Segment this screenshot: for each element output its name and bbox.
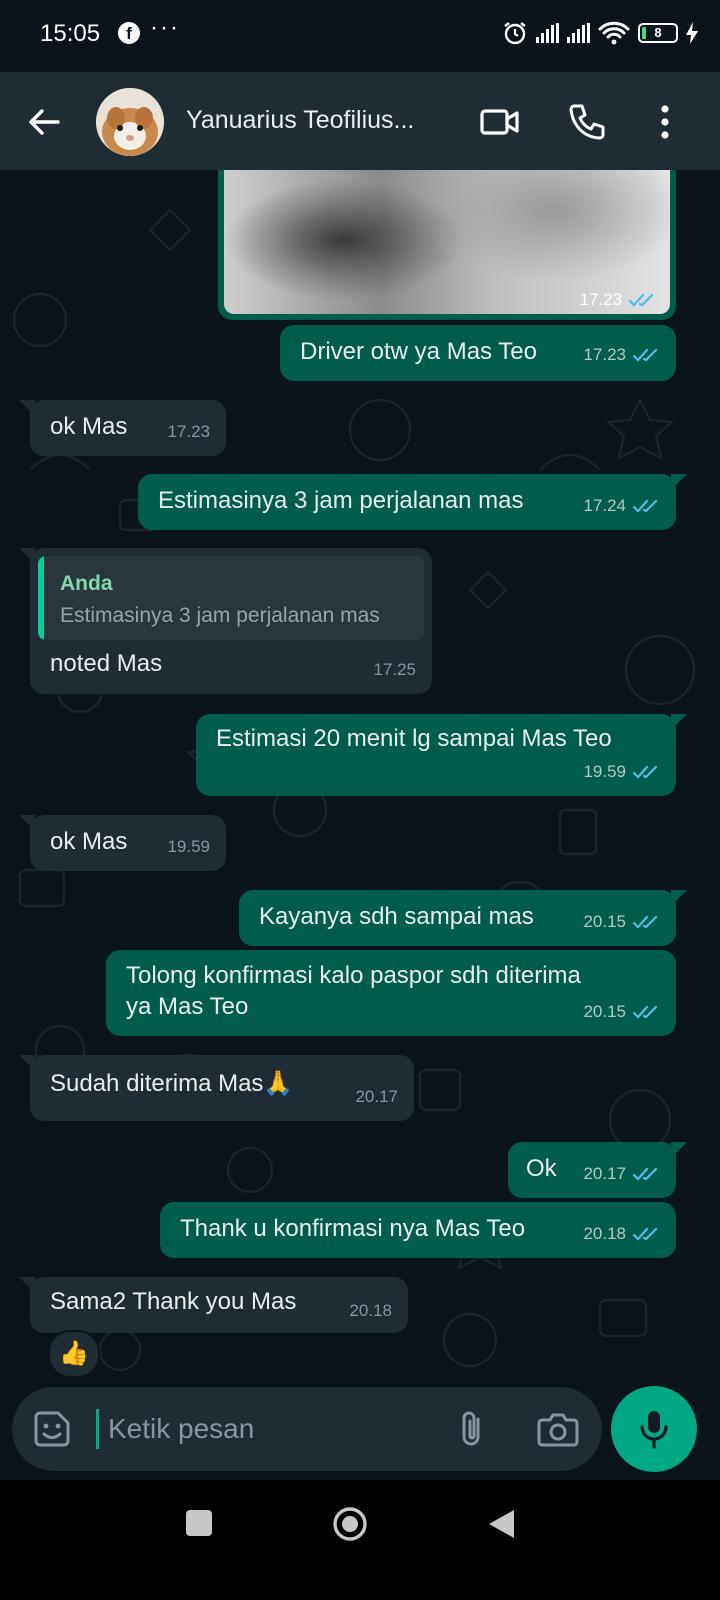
image-message[interactable]: 17.23 xyxy=(218,170,676,320)
wifi-icon xyxy=(598,21,630,45)
message-composer xyxy=(12,1387,602,1471)
sticker-icon[interactable] xyxy=(32,1409,72,1449)
message-time: 19.59 xyxy=(583,762,626,781)
message-time: 17.23 xyxy=(583,345,626,364)
message-time: 20.15 xyxy=(583,912,626,931)
voice-call-icon[interactable] xyxy=(566,100,610,144)
back-button[interactable] xyxy=(486,1508,516,1540)
message-text: Driver otw ya Mas Teo xyxy=(300,338,537,365)
read-ticks-icon xyxy=(632,1005,658,1019)
charging-icon xyxy=(686,22,698,44)
message-bubble-incoming[interactable]: Anda Estimasinya 3 jam perjalanan mas no… xyxy=(19,548,432,694)
battery-level: 8 xyxy=(654,25,662,40)
quote-text: Estimasinya 3 jam perjalanan mas xyxy=(60,604,380,627)
system-icons: 8 xyxy=(502,18,698,48)
read-ticks-icon xyxy=(628,293,654,307)
message-text: Ok xyxy=(526,1155,557,1182)
message-meta: 20.15 xyxy=(583,996,660,1028)
message-meta: 17.23 xyxy=(579,290,656,310)
message-time: 17.25 xyxy=(373,660,416,679)
read-ticks-icon xyxy=(632,765,658,779)
message-meta: 20.18 xyxy=(583,1218,660,1250)
camera-icon[interactable] xyxy=(536,1409,580,1449)
message-bubble-outgoing[interactable]: Estimasinya 3 jam perjalanan mas 17.24 xyxy=(138,474,687,530)
message-bubble-outgoing[interactable]: Tolong konfirmasi kalo paspor sdh diteri… xyxy=(106,950,676,1036)
read-ticks-icon xyxy=(632,1167,658,1181)
read-ticks-icon xyxy=(632,1227,658,1241)
signal-icon xyxy=(567,23,590,43)
video-call-icon[interactable] xyxy=(478,100,522,144)
read-ticks-icon xyxy=(632,499,658,513)
message-text-line-1: Tolong konfirmasi kalo paspor sdh diteri… xyxy=(126,962,581,989)
message-time: 17.23 xyxy=(167,422,210,441)
message-reaction[interactable]: 👍 xyxy=(48,1330,100,1378)
message-time: 20.18 xyxy=(583,1224,626,1243)
message-text: Estimasi 20 menit lg sampai Mas Teo xyxy=(216,725,612,752)
battery-icon: 8 xyxy=(638,23,678,43)
message-bubble-outgoing[interactable]: Kayanya sdh sampai mas 20.15 xyxy=(239,890,687,946)
message-meta: 19.59 xyxy=(167,831,210,863)
message-bubble-incoming[interactable]: ok Mas 19.59 xyxy=(19,815,226,871)
quote-author: Anda xyxy=(60,572,113,595)
message-text: ok Mas xyxy=(50,828,128,855)
message-bubble-outgoing[interactable]: Ok 20.17 xyxy=(508,1142,687,1198)
home-button[interactable] xyxy=(332,1506,368,1542)
message-time: 20.18 xyxy=(349,1301,392,1320)
message-meta: 17.23 xyxy=(167,416,210,448)
message-time: 20.17 xyxy=(355,1087,398,1106)
back-arrow-icon[interactable] xyxy=(24,102,64,142)
mic-icon xyxy=(640,1411,668,1449)
alarm-icon xyxy=(504,22,526,45)
message-text: noted Mas xyxy=(50,650,163,677)
message-meta: 17.23 xyxy=(583,339,660,371)
message-meta: 17.24 xyxy=(583,490,660,522)
avatar[interactable] xyxy=(96,88,164,156)
mic-button[interactable] xyxy=(611,1386,697,1472)
message-bubble-outgoing[interactable]: Thank u konfirmasi nya Mas Teo 20.18 xyxy=(160,1202,676,1258)
message-time: 17.24 xyxy=(583,496,626,515)
message-bubble-incoming[interactable]: ok Mas 17.23 xyxy=(19,400,226,456)
recents-button[interactable] xyxy=(186,1510,212,1536)
read-ticks-icon xyxy=(632,915,658,929)
message-text: ok Mas xyxy=(50,413,128,440)
message-bubble-incoming[interactable]: Sama2 Thank you Mas 20.18 xyxy=(19,1277,408,1333)
more-options-icon[interactable] xyxy=(646,100,690,144)
quoted-message[interactable]: Anda Estimasinya 3 jam perjalanan mas xyxy=(38,556,424,640)
message-text: Thank u konfirmasi nya Mas Teo xyxy=(180,1215,526,1242)
message-meta: 20.18 xyxy=(349,1295,392,1327)
message-text: Sudah diterima Mas🙏 xyxy=(50,1070,294,1097)
message-bubble-outgoing[interactable]: Driver otw ya Mas Teo 17.23 xyxy=(280,325,676,381)
message-input[interactable] xyxy=(96,1405,438,1453)
more-notifications-icon: ··· xyxy=(150,14,180,41)
message-time: 20.17 xyxy=(583,1164,626,1183)
message-meta: 20.15 xyxy=(583,906,660,938)
message-meta: 19.59 xyxy=(583,756,660,788)
chat-header: Yanuarius Teofilius... xyxy=(0,72,720,170)
message-text: Estimasinya 3 jam perjalanan mas xyxy=(158,487,524,514)
message-time: 19.59 xyxy=(167,837,210,856)
message-bubble-outgoing[interactable]: Estimasi 20 menit lg sampai Mas Teo 19.5… xyxy=(196,714,687,796)
message-meta: 20.17 xyxy=(355,1081,398,1113)
message-time: 17.23 xyxy=(579,290,622,309)
attach-icon[interactable] xyxy=(452,1409,492,1449)
message-time: 20.15 xyxy=(583,1002,626,1021)
read-ticks-icon xyxy=(632,348,658,362)
message-text-line-2: ya Mas Teo xyxy=(126,993,249,1020)
signal-icon xyxy=(536,23,559,43)
message-meta: 17.25 xyxy=(373,654,416,686)
quote-accent-bar xyxy=(38,556,44,640)
message-meta: 20.17 xyxy=(583,1158,660,1190)
contact-name[interactable]: Yanuarius Teofilius... xyxy=(186,106,456,135)
message-text: Sama2 Thank you Mas xyxy=(50,1288,297,1315)
status-time: 15:05 xyxy=(40,20,101,47)
status-bar: 15:05 f ··· 8 xyxy=(0,0,720,72)
facebook-icon: f xyxy=(118,22,140,44)
message-list[interactable]: 17.23 Driver otw ya Mas Teo 17.23 ok Mas… xyxy=(0,170,720,1385)
message-bubble-incoming[interactable]: Sudah diterima Mas🙏 20.17 xyxy=(19,1055,414,1121)
message-text: Kayanya sdh sampai mas xyxy=(259,903,534,930)
